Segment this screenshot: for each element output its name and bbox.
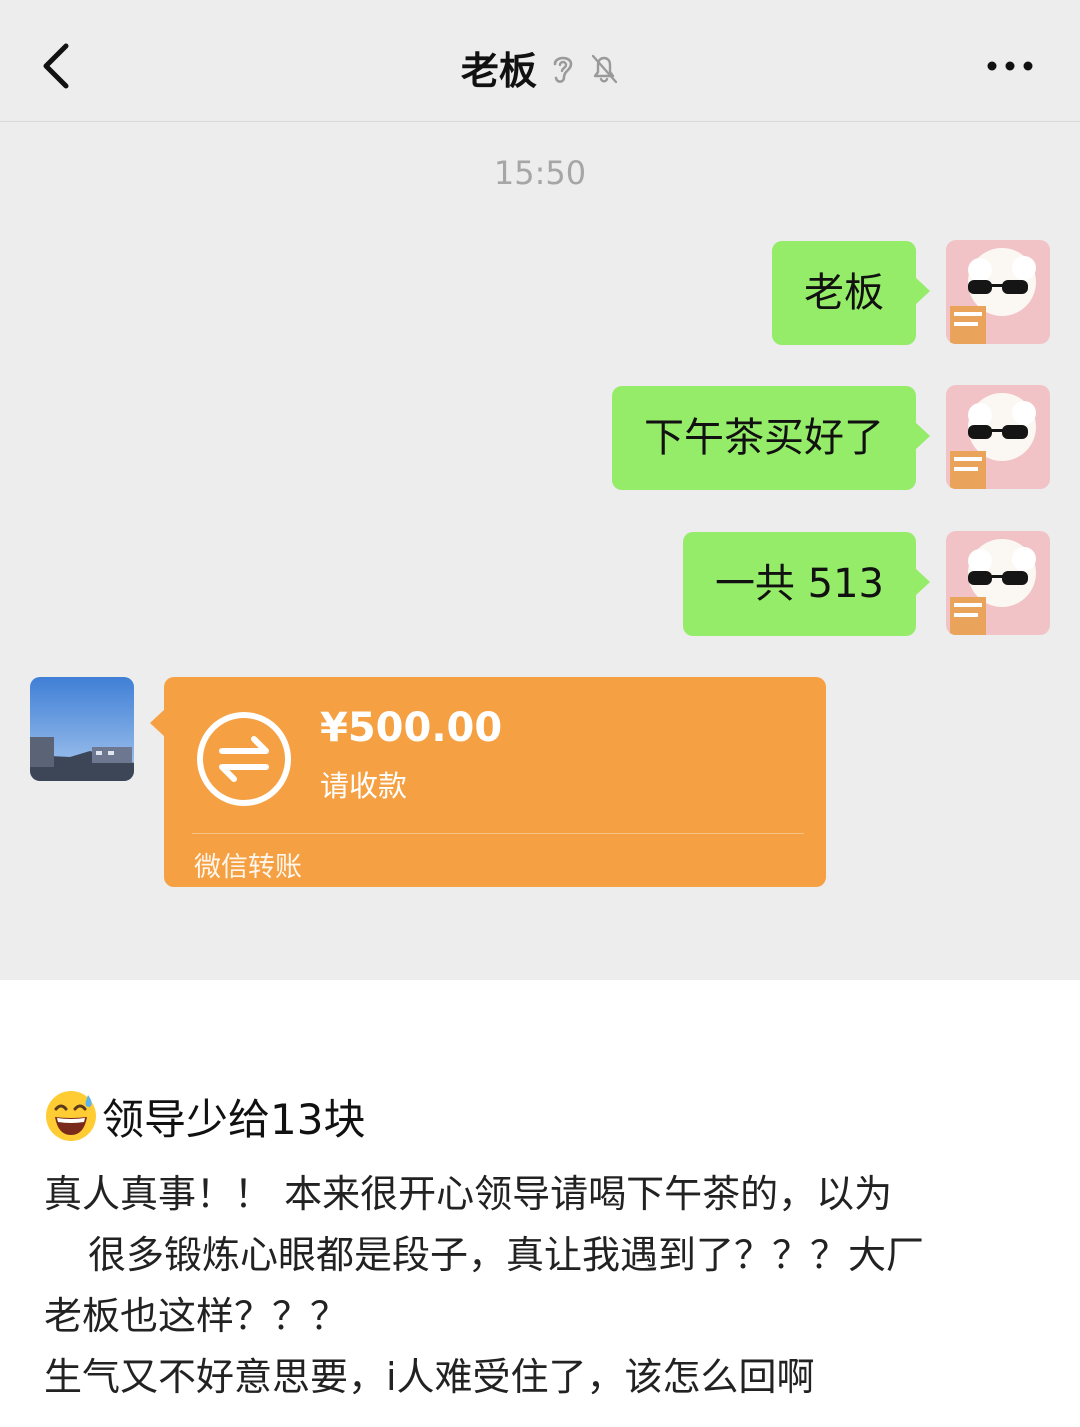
bell-off-icon: [589, 50, 619, 86]
post-body-line: 真人真事！！ 本来很开心领导请喝下午茶的，以为: [44, 1172, 893, 1216]
transfer-amount: ¥500.00: [320, 705, 503, 751]
post-content: 领导少给13块 真人真事！！ 本来很开心领导请喝下午茶的，以为 很多锻炼心眼都是…: [0, 980, 1080, 1427]
own-avatar[interactable]: [946, 385, 1050, 489]
boss-avatar[interactable]: [30, 677, 134, 781]
chat-nav-bar: 老板: [0, 0, 1080, 122]
ear-icon: [548, 50, 578, 86]
transfer-divider: [192, 833, 804, 834]
post-body-line: 生气又不好意思要，i人难受住了，该怎么回啊: [44, 1355, 815, 1399]
outgoing-message-bubble[interactable]: 老板: [772, 241, 930, 345]
chat-title: 老板: [460, 49, 537, 93]
grinning-sweat-emoji-icon: [44, 1089, 98, 1143]
post-title: 领导少给13块: [102, 1094, 366, 1144]
post-body-line: 老板也这样？？？: [44, 1294, 349, 1338]
chat-timestamp: 15:50: [493, 154, 587, 192]
chat-title-group: 老板: [0, 40, 1080, 96]
transfer-status: 请收款: [320, 769, 408, 803]
more-options-button[interactable]: [984, 48, 1036, 84]
outgoing-message-bubble[interactable]: 下午茶买好了: [612, 386, 930, 490]
post-body: 真人真事！！ 本来很开心领导请喝下午茶的，以为 很多锻炼心眼都是段子，真让我遇到…: [44, 1164, 1044, 1408]
transfer-source-label: 微信转账: [194, 852, 302, 883]
chat-screenshot: 老板 15:50 老板 下午茶买好了 一共 513 ¥500.00 请收款 微信…: [0, 0, 1080, 980]
transfer-card[interactable]: ¥500.00 请收款 微信转账: [150, 677, 826, 887]
post-title-row: 领导少给13块: [44, 1086, 365, 1146]
own-avatar[interactable]: [946, 531, 1050, 635]
own-avatar[interactable]: [946, 240, 1050, 344]
transfer-arrows-icon: [194, 709, 294, 809]
post-body-line: 很多锻炼心眼都是段子，真让我遇到了？？？大厂: [88, 1233, 925, 1277]
outgoing-message-bubble[interactable]: 一共 513: [682, 532, 931, 636]
ellipsis-icon: [987, 61, 1033, 71]
